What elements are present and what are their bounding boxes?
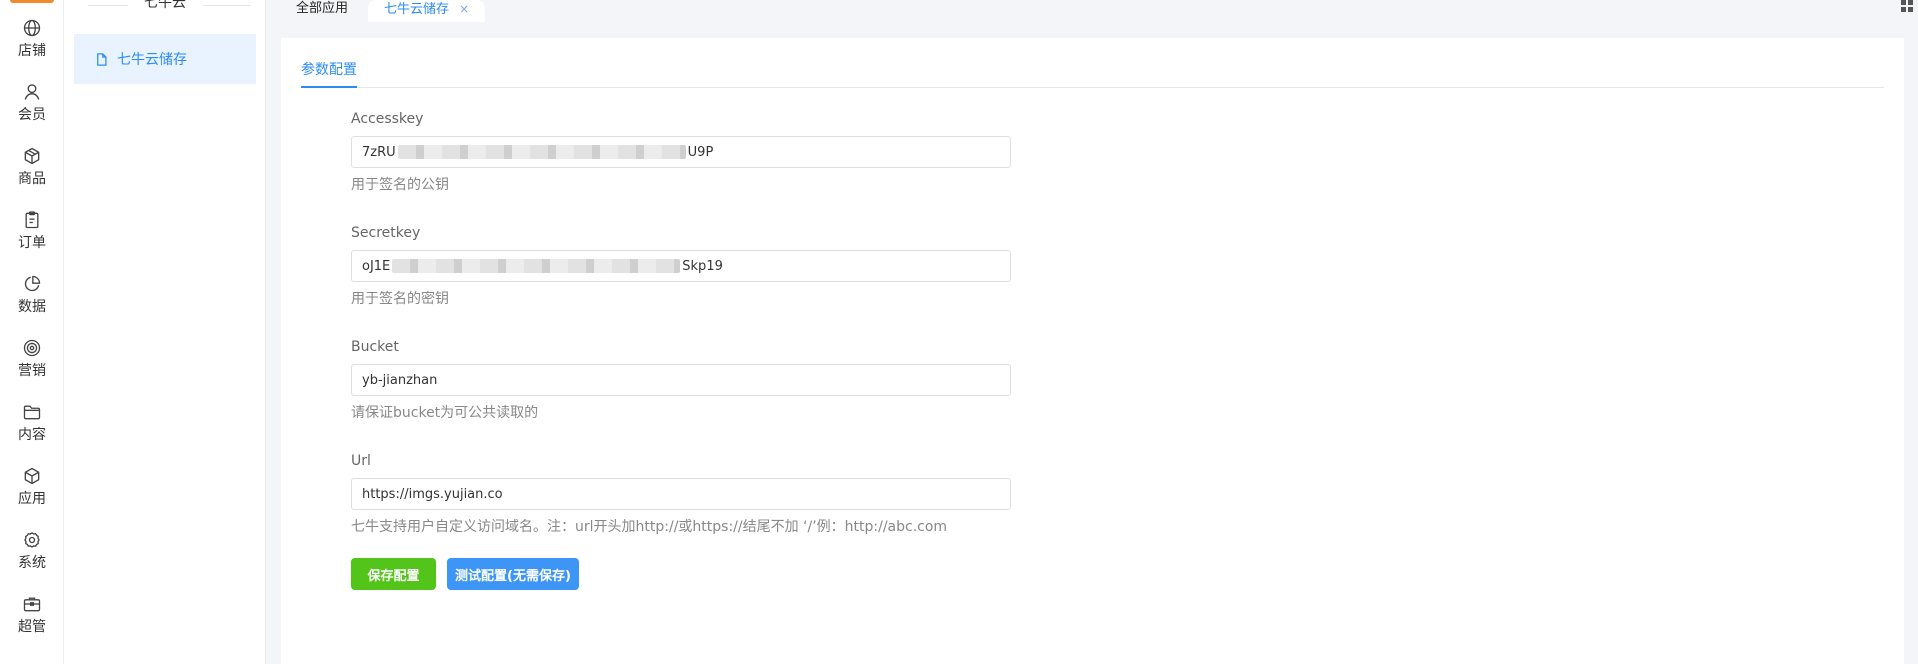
briefcase-icon bbox=[23, 597, 41, 612]
accesskey-value-end: U9P bbox=[687, 144, 714, 160]
nav-label: 系统 bbox=[18, 555, 46, 571]
nav-label: 营销 bbox=[18, 363, 46, 379]
close-icon[interactable]: × bbox=[459, 2, 469, 16]
nav-label: 数据 bbox=[18, 299, 46, 315]
nav-item-products[interactable]: 商品 bbox=[0, 146, 64, 202]
secretkey-input[interactable]: oJ1E Skp19 bbox=[351, 250, 1011, 282]
accesskey-help: 用于签名的公钥 bbox=[351, 177, 449, 193]
url-label: Url bbox=[351, 453, 371, 469]
secretkey-input-wrap: oJ1E Skp19 bbox=[351, 250, 1011, 282]
secretkey-value-end: Skp19 bbox=[682, 258, 723, 274]
url-input[interactable] bbox=[351, 478, 1011, 510]
nav-item-members[interactable]: 会员 bbox=[0, 82, 64, 138]
file-icon bbox=[97, 52, 107, 66]
nav-item-apps[interactable]: 应用 bbox=[0, 466, 64, 522]
tab-label: 七牛云储存 bbox=[384, 2, 450, 17]
accesskey-value-start: 7zRU bbox=[362, 144, 396, 160]
brand-mark bbox=[10, 0, 54, 3]
secretkey-value-start: oJ1E bbox=[362, 258, 391, 274]
gear-icon bbox=[24, 532, 40, 548]
nav-item-orders[interactable]: 订单 bbox=[0, 210, 64, 266]
secretkey-label: Secretkey bbox=[351, 225, 421, 241]
box-icon bbox=[24, 147, 40, 165]
nav-label: 会员 bbox=[18, 107, 46, 123]
app-root: 店铺 会员 商品 订单 数据 营销 内容 应用 系统 超管 七牛云 七牛云储存 … bbox=[0, 0, 1918, 664]
bucket-help: 请保证bucket为可公共读取的 bbox=[351, 405, 539, 421]
nav-label: 店铺 bbox=[18, 43, 46, 59]
nav-item-store[interactable]: 店铺 bbox=[0, 18, 64, 74]
nav-label: 订单 bbox=[18, 235, 46, 251]
folder-icon bbox=[23, 405, 41, 420]
bucket-label: Bucket bbox=[351, 339, 399, 355]
nav-label: 超管 bbox=[18, 619, 46, 635]
content-card: 参数配置 Accesskey 7zRU U9P 用于签名的公钥 Secretke… bbox=[281, 38, 1904, 664]
target-icon bbox=[23, 339, 41, 357]
tab-parameter-config[interactable]: 参数配置 bbox=[301, 60, 357, 80]
bucket-input[interactable] bbox=[351, 364, 1011, 396]
test-config-button[interactable]: 测试配置(无需保存) bbox=[447, 558, 579, 590]
nav-item-system[interactable]: 系统 bbox=[0, 530, 64, 586]
secretkey-help: 用于签名的密钥 bbox=[351, 291, 449, 307]
accesskey-input[interactable]: 7zRU U9P bbox=[351, 136, 1011, 168]
accesskey-field-group: Accesskey 7zRU U9P 用于签名的公钥 bbox=[351, 110, 1011, 194]
save-config-button[interactable]: 保存配置 bbox=[351, 558, 436, 590]
url-help: 七牛支持用户自定义访问域名。注：url开头加http://或https://结尾… bbox=[351, 519, 948, 535]
nav-item-superadmin[interactable]: 超管 bbox=[0, 594, 64, 650]
redaction-mask bbox=[392, 259, 681, 273]
clipboard-icon bbox=[25, 211, 39, 229]
sub-sidebar-title: 七牛云 bbox=[144, 0, 186, 11]
tab-bar: 全部应用 七牛云储存 × bbox=[266, 0, 1918, 22]
sidebar-item-label: 七牛云储存 bbox=[117, 52, 187, 68]
nav-item-content[interactable]: 内容 bbox=[0, 402, 64, 458]
main-nav: 店铺 会员 商品 订单 数据 营销 内容 应用 系统 超管 bbox=[0, 0, 64, 664]
active-tab-indicator bbox=[301, 86, 357, 88]
pie-chart-icon bbox=[24, 275, 41, 292]
tab-qiniu-storage[interactable]: 七牛云储存 × bbox=[368, 0, 486, 22]
nav-label: 应用 bbox=[18, 491, 46, 507]
divider bbox=[301, 87, 1884, 88]
nav-label: 内容 bbox=[18, 427, 46, 443]
tab-all-apps[interactable]: 全部应用 bbox=[280, 0, 364, 22]
grid-icon[interactable] bbox=[1900, 0, 1914, 14]
accesskey-input-wrap: 7zRU U9P bbox=[351, 136, 1011, 168]
url-field-group: Url 七牛支持用户自定义访问域名。注：url开头加http://或https:… bbox=[351, 452, 1011, 536]
accesskey-label: Accesskey bbox=[351, 111, 424, 127]
cube-icon bbox=[24, 467, 40, 485]
nav-label: 商品 bbox=[18, 171, 46, 187]
nav-item-marketing[interactable]: 营销 bbox=[0, 338, 64, 394]
user-icon bbox=[24, 84, 40, 100]
bucket-field-group: Bucket 请保证bucket为可公共读取的 bbox=[351, 338, 1011, 422]
globe-icon bbox=[23, 19, 41, 37]
secretkey-field-group: Secretkey oJ1E Skp19 用于签名的密钥 bbox=[351, 224, 1011, 308]
sidebar-item-qiniu-storage[interactable]: 七牛云储存 bbox=[74, 34, 256, 84]
redaction-mask bbox=[397, 145, 686, 159]
sub-sidebar: 七牛云 七牛云储存 bbox=[64, 0, 266, 664]
nav-item-data[interactable]: 数据 bbox=[0, 274, 64, 330]
